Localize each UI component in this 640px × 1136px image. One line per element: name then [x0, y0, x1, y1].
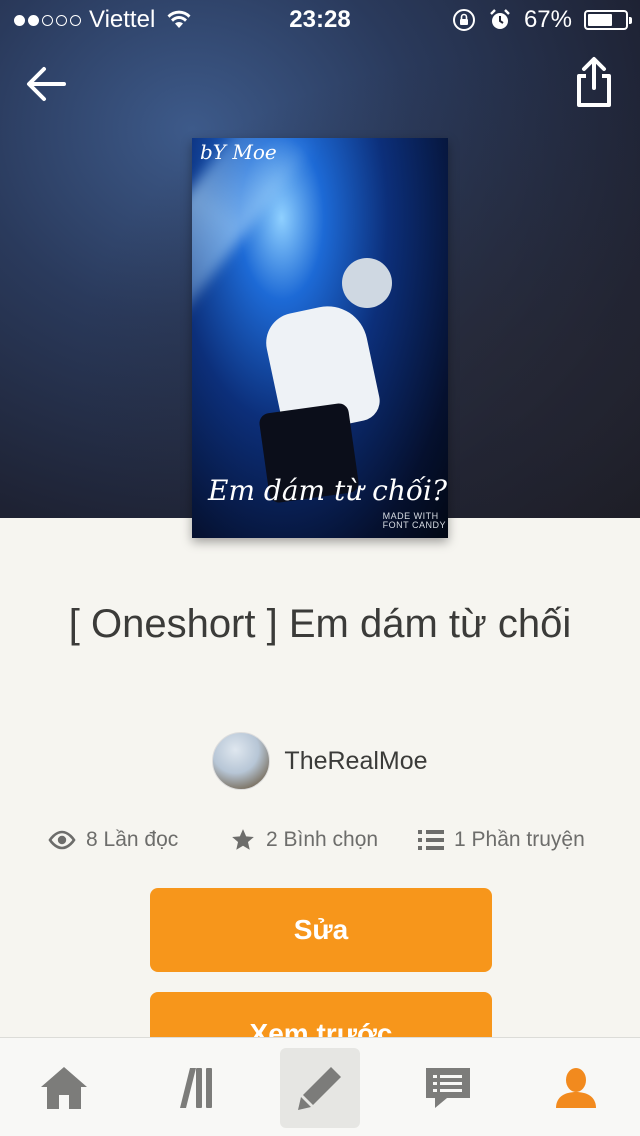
story-stats: 8 Lần đọc 2 Bình chọn 1 Phần truyện [0, 820, 640, 860]
eye-icon [48, 830, 76, 850]
home-icon [41, 1067, 87, 1109]
wifi-icon [167, 10, 191, 28]
share-icon [577, 57, 611, 107]
cover-figure-head [342, 258, 392, 308]
avatar[interactable] [212, 732, 271, 790]
back-button[interactable] [22, 60, 70, 108]
tab-library[interactable] [152, 1048, 232, 1128]
battery-icon [584, 10, 632, 30]
tab-profile[interactable] [536, 1048, 616, 1128]
status-bar: Viettel 23:28 67% [0, 0, 640, 40]
tab-write[interactable] [280, 1048, 360, 1128]
stat-votes: 2 Bình chọn [230, 820, 378, 860]
tab-home[interactable] [24, 1048, 104, 1128]
story-cover-image[interactable]: bY Moe Em dám từ chối? MADE WITH FONT CA… [192, 138, 448, 538]
tab-messages[interactable] [408, 1048, 488, 1128]
story-title: [ Oneshort ] Em dám từ chối [68, 602, 572, 646]
stat-parts: 1 Phần truyện [418, 820, 585, 860]
share-button[interactable] [572, 56, 616, 110]
arrow-left-icon [27, 67, 66, 101]
bottom-tab-bar [0, 1037, 640, 1136]
profile-icon [556, 1068, 596, 1108]
messages-icon [426, 1068, 470, 1108]
library-icon [180, 1068, 212, 1108]
cover-credit: MADE WITH FONT CANDY [382, 511, 446, 530]
list-icon [418, 830, 444, 850]
author-name[interactable]: TheRealMoe [284, 747, 427, 776]
rotation-lock-icon [452, 9, 475, 31]
author-row[interactable]: TheRealMoe [0, 732, 640, 790]
battery-percent: 67% [523, 6, 572, 33]
cover-byline: bY Moe [200, 140, 277, 164]
edit-button[interactable]: Sửa [150, 888, 492, 972]
stat-reads-label: 8 Lần đọc [86, 828, 179, 851]
signal-strength-icon [14, 14, 81, 26]
stat-votes-label: 2 Bình chọn [266, 828, 379, 851]
cover-title: Em dám từ chối? [208, 474, 447, 507]
stat-reads: 8 Lần đọc [48, 820, 178, 860]
stat-parts-label: 1 Phần truyện [454, 828, 585, 851]
alarm-icon [490, 9, 510, 29]
star-icon [232, 829, 254, 850]
carrier-name: Viettel [89, 6, 156, 33]
pencil-icon [298, 1067, 341, 1110]
